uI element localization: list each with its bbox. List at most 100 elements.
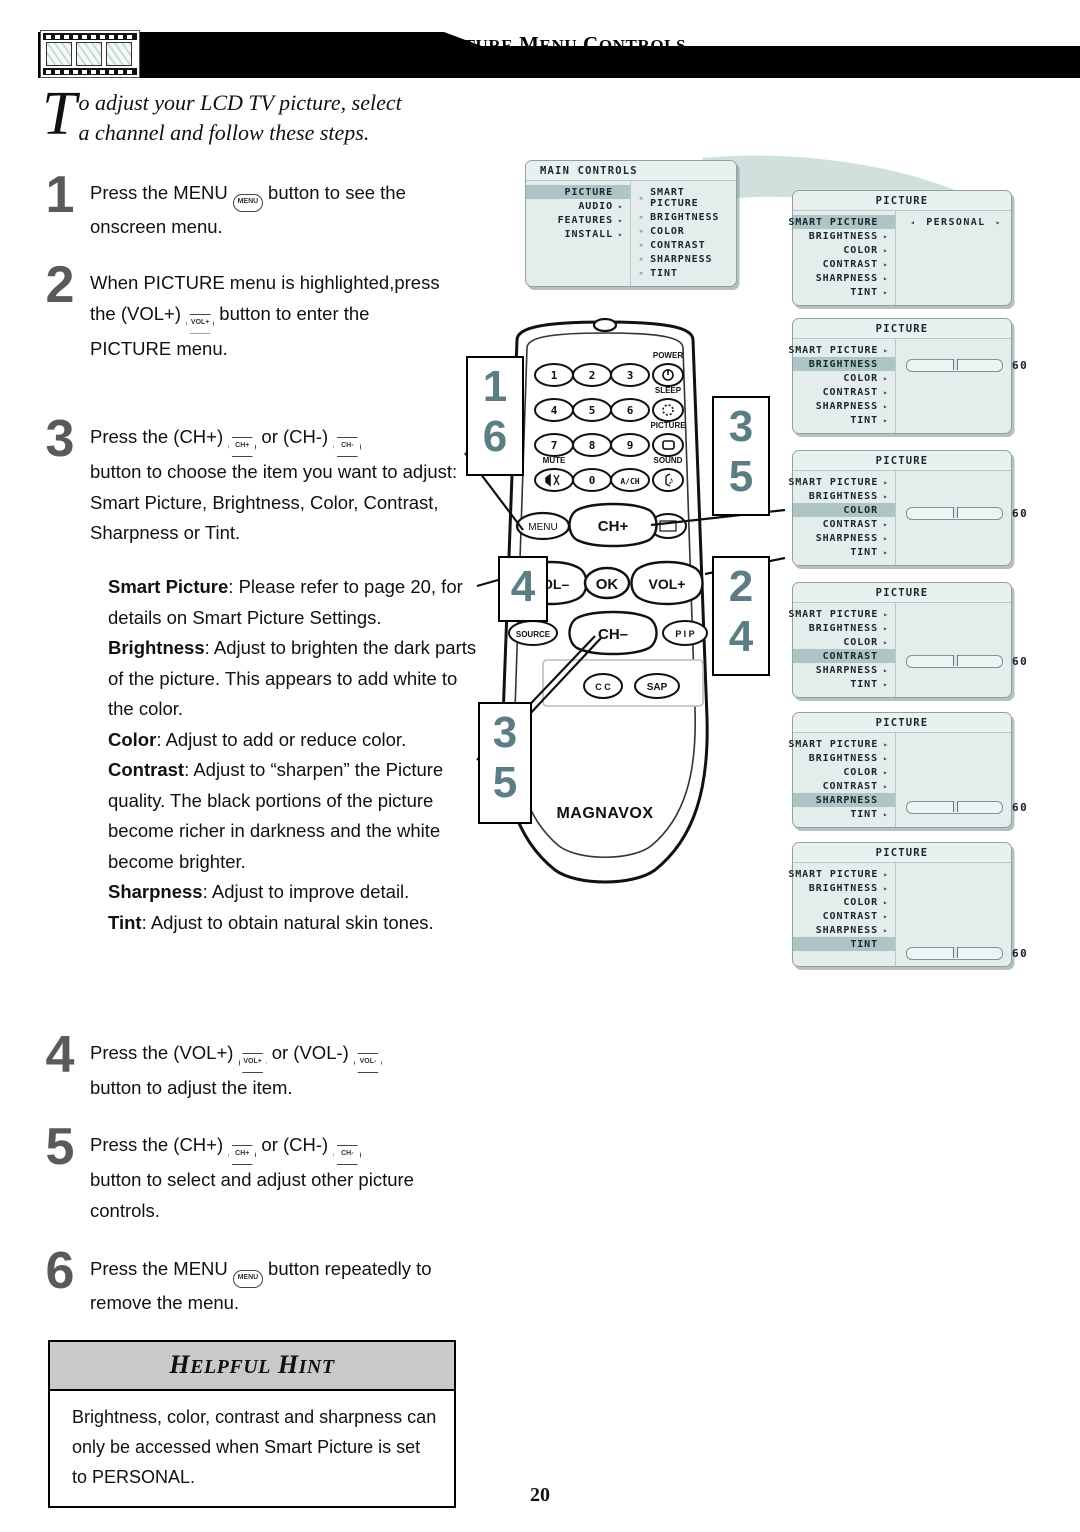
osd-item-smart-picture[interactable]: SMART PICTURE▸ [788, 737, 895, 751]
callout-3-5-bottom: 3 5 [478, 702, 532, 824]
osd-item-sharpness[interactable]: SHARPNESS▸ [793, 793, 895, 807]
bullet-icon: ▪ [639, 227, 645, 235]
title-part: TV [393, 32, 425, 56]
title-part: INT [298, 1356, 335, 1378]
osd-subitem-brightness[interactable]: ▪ BRIGHTNESS [631, 210, 736, 224]
osd-item-contrast[interactable]: CONTRAST▸ [793, 385, 895, 399]
osd-item-label: SHARPNESS [815, 664, 878, 676]
osd-item-contrast[interactable]: CONTRAST▸ [793, 517, 895, 531]
chevron-right-icon: ▸ [883, 273, 889, 283]
osd-item-smart-picture[interactable]: SMART PICTURE▸ [788, 867, 895, 881]
chevron-right-icon: ▸ [883, 665, 889, 675]
step-5-mid: or (CH-) [261, 1134, 329, 1155]
chevron-right-icon: ▸ [618, 201, 624, 211]
svg-text:2: 2 [589, 369, 596, 382]
osd-item-contrast[interactable]: CONTRAST▸ [793, 649, 895, 663]
osd-slider[interactable] [906, 655, 1003, 668]
osd-subitem-tint[interactable]: ▪ TINT [631, 266, 736, 280]
osd-item-tint[interactable]: TINT▸ [793, 677, 895, 691]
osd-item-audio[interactable]: AUDIO ▸ [526, 199, 630, 213]
osd-item-color[interactable]: COLOR▸ [793, 895, 895, 909]
chevron-right-icon: ▸ [883, 491, 889, 501]
osd-subitem-sharpness[interactable]: ▪ SHARPNESS [631, 252, 736, 266]
osd-item-tint[interactable]: TINT▸ [793, 285, 895, 299]
osd-subitem-color[interactable]: ▪ COLOR [631, 224, 736, 238]
svg-text:8: 8 [589, 439, 596, 452]
osd-item-label: CONTRAST [822, 518, 878, 530]
callout-3-5-top: 3 5 [712, 396, 770, 516]
osd-item-contrast[interactable]: CONTRAST▸ [793, 779, 895, 793]
osd-panel-right-column: 60 [896, 863, 1028, 966]
osd-slider[interactable] [906, 801, 1003, 814]
osd-subitem-contrast[interactable]: ▪ CONTRAST [631, 238, 736, 252]
osd-item-features[interactable]: FEATURES ▸ [526, 213, 630, 227]
osd-subitem-label: COLOR [650, 225, 685, 237]
helpful-hint-title: HELPFUL HINT [50, 1342, 454, 1391]
osd-item-tint[interactable]: TINT▸ [793, 413, 895, 427]
osd-item-tint[interactable]: TINT▸ [793, 807, 895, 821]
osd-item-smart-picture[interactable]: SMART PICTURE▸ [788, 343, 895, 357]
osd-item-color[interactable]: COLOR▸ [793, 635, 895, 649]
vol-plus-key-icon: VOL+ [238, 1053, 267, 1073]
chevron-right-icon: ▸ [883, 883, 889, 893]
step-3-pre: Press the (CH+) [90, 426, 224, 447]
step-3-text: Press the (CH+) CH+ or (CH-) CH- button … [90, 422, 470, 549]
osd-subitem-label: TINT [650, 267, 678, 279]
osd-slider-knob[interactable] [952, 655, 958, 666]
osd-item-sharpness[interactable]: SHARPNESS▸ [793, 923, 895, 937]
osd-slider[interactable] [906, 947, 1003, 960]
osd-slider[interactable] [906, 507, 1003, 520]
osd-item-sharpness[interactable]: SHARPNESS▸ [793, 271, 895, 285]
osd-panel-left-column: SMART PICTURE ▸ BRIGHTNESS ▸ COLOR ▸ CONTRAST ▸… [788, 863, 896, 966]
osd-item-smart-picture[interactable]: SMART PICTURE▸ [788, 475, 895, 489]
osd-item-label: SHARPNESS [815, 924, 878, 936]
osd-item-brightness[interactable]: BRIGHTNESS▸ [793, 489, 895, 503]
osd-item-brightness[interactable]: BRIGHTNESS▸ [793, 229, 895, 243]
chevron-right-icon: ▸ [883, 231, 889, 241]
osd-slider-value: 60 [1012, 947, 1029, 960]
osd-item-brightness[interactable]: BRIGHTNESS▸ [793, 621, 895, 635]
caret-left-icon[interactable]: ◂ [910, 218, 916, 227]
osd-item-color[interactable]: COLOR▸ [793, 503, 895, 517]
osd-item-install[interactable]: INSTALL ▸ [526, 227, 630, 241]
osd-item-contrast[interactable]: CONTRAST▸ [793, 909, 895, 923]
osd-item-label: COLOR [843, 766, 878, 778]
osd-item-sharpness[interactable]: SHARPNESS▸ [793, 399, 895, 413]
osd-item-brightness[interactable]: BRIGHTNESS▸ [793, 357, 895, 371]
osd-slider-knob[interactable] [952, 801, 958, 812]
osd-slider[interactable] [906, 359, 1003, 372]
osd-item-color[interactable]: COLOR▸ [793, 371, 895, 385]
osd-main-controls: MAIN CONTROLS PICTURE▸ AUDIO ▸ FEATURES ▸ … [525, 160, 737, 287]
osd-item-label: CONTRAST [822, 780, 878, 792]
title-part: H [270, 1350, 299, 1379]
chevron-right-icon: ▸ [883, 809, 889, 819]
definition-item: Color: Adjust to add or reduce color. [108, 725, 478, 756]
osd-item-picture[interactable]: PICTURE▸ [526, 185, 630, 199]
osd-item-tint[interactable]: TINT▸ [793, 545, 895, 559]
osd-slider-row: 60 [896, 359, 1028, 372]
osd-item-smart-picture[interactable]: SMART PICTURE▸ [788, 607, 895, 621]
osd-item-smart-picture[interactable]: SMART PICTURE▸ [788, 215, 895, 229]
caret-right-icon[interactable]: ▸ [996, 218, 1002, 227]
osd-item-brightness[interactable]: BRIGHTNESS▸ [793, 751, 895, 765]
osd-item-contrast[interactable]: CONTRAST▸ [793, 257, 895, 271]
osd-item-color[interactable]: COLOR▸ [793, 765, 895, 779]
osd-slider-knob[interactable] [952, 359, 958, 370]
osd-item-sharpness[interactable]: SHARPNESS▸ [793, 531, 895, 545]
osd-item-sharpness[interactable]: SHARPNESS ▸ [793, 663, 895, 677]
step-3: 3 Press the (CH+) CH+ or (CH-) CH- butto… [40, 413, 470, 549]
osd-slider-knob[interactable] [952, 947, 958, 958]
definition-item: Brightness: Adjust to brighten the dark … [108, 633, 478, 725]
osd-subitem-smart-picture[interactable]: ▪ SMART PICTURE [631, 185, 736, 210]
osd-item-color[interactable]: COLOR▸ [793, 243, 895, 257]
step-4-text: Press the (VOL+) VOL+ or (VOL-) VOL- but… [90, 1038, 470, 1104]
osd-item-label: SMART PICTURE [788, 344, 879, 356]
osd-picture-panel-sharpness: PICTURE SMART PICTURE ▸ BRIGHTNESS ▸ COLOR ▸ CO… [788, 712, 1027, 828]
callout-line: 4 [728, 612, 754, 661]
svg-text:MAGNAVOX: MAGNAVOX [556, 805, 653, 822]
osd-picture-panel-brightness: PICTURESMART PICTURE▸BRIGHTNESS▸COLOR▸CO… [788, 318, 1027, 434]
svg-text:3: 3 [627, 369, 634, 382]
osd-item-brightness[interactable]: BRIGHTNESS▸ [793, 881, 895, 895]
osd-slider-knob[interactable] [952, 507, 958, 518]
osd-item-tint[interactable]: TINT▸ [793, 937, 895, 951]
